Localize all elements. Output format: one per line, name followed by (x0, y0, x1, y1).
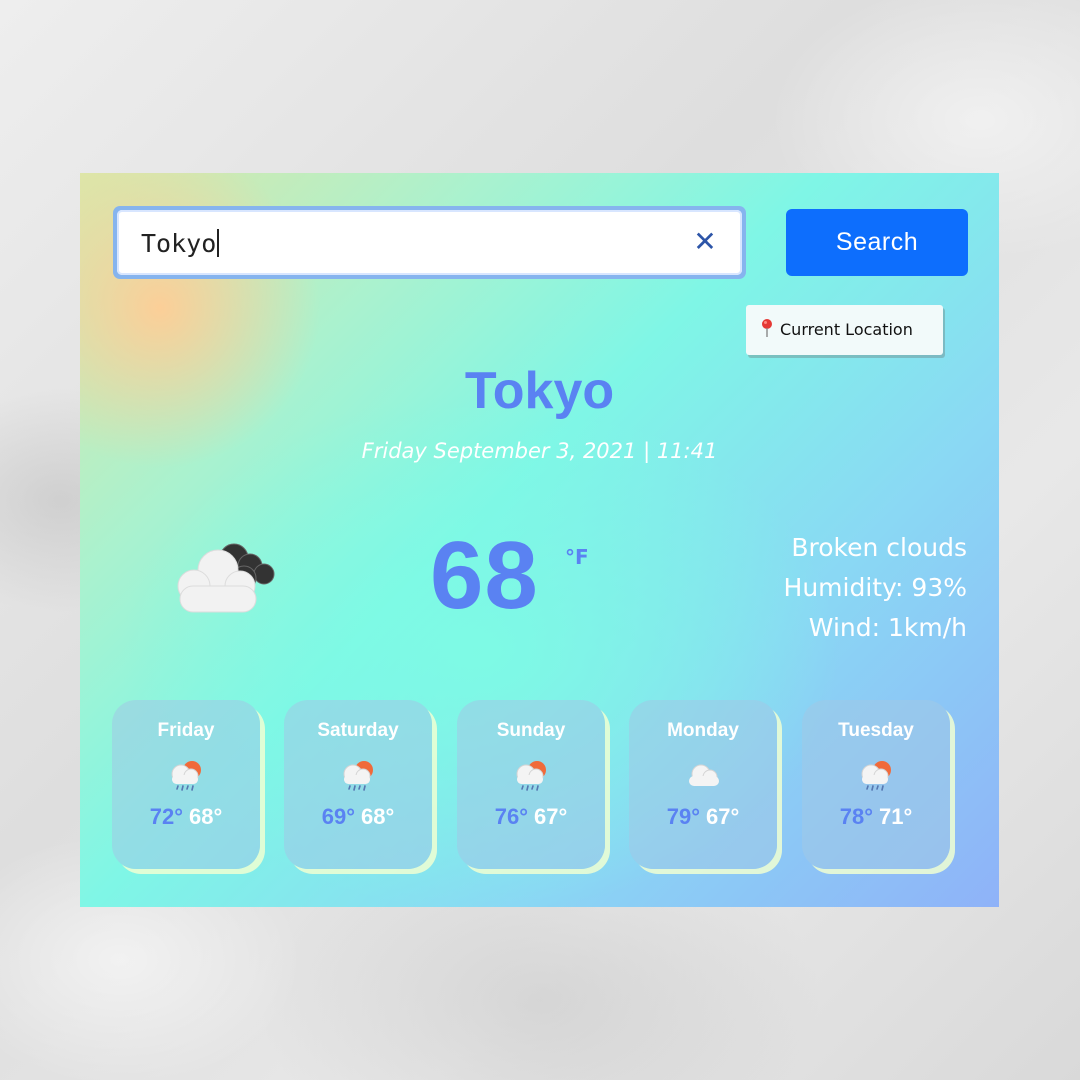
forecast-temps: 72° 68° (112, 804, 260, 830)
forecast-low: 71° (879, 804, 913, 829)
humidity: Humidity: 93% (783, 573, 967, 602)
weather-card: Tokyo ✕ Search Current Location Tokyo Fr… (80, 173, 999, 907)
forecast-high: 78° (839, 804, 873, 829)
rain-sun-icon (861, 761, 891, 791)
forecast-day: Monday (667, 720, 739, 741)
forecast-high: 76° (494, 804, 528, 829)
weather-details: Broken clouds Humidity: 93% Wind: 1km/h (784, 528, 967, 648)
date-time: Friday September 3, 2021 | 11:41 (361, 439, 718, 463)
search-input-value: Tokyo (141, 229, 219, 258)
forecast-day: Sunday (496, 720, 566, 741)
rain-sun-icon (343, 761, 373, 791)
broken-clouds-icon (177, 543, 275, 613)
forecast-high: 72° (149, 804, 183, 829)
forecast-low: 68° (189, 804, 223, 829)
forecast-low: 68° (361, 804, 395, 829)
weather-description: Broken clouds (791, 533, 967, 562)
current-location-label: Current Location (780, 320, 913, 339)
rain-sun-icon (171, 761, 201, 791)
forecast-temps: 76° 67° (457, 804, 605, 830)
current-location-button[interactable]: Current Location (746, 305, 943, 355)
search-button[interactable]: Search (786, 209, 968, 276)
forecast-card: Monday 79° 67° (629, 700, 777, 869)
forecast-low: 67° (706, 804, 740, 829)
forecast-high: 79° (666, 804, 700, 829)
search-input[interactable]: Tokyo ✕ (117, 210, 742, 275)
forecast-day: Saturday (317, 720, 399, 741)
forecast-day: Tuesday (838, 720, 914, 741)
pin-icon (762, 319, 772, 337)
forecast-card: Tuesday 78° 71° (802, 700, 950, 869)
forecast-day: Friday (157, 720, 215, 741)
temperature-unit: °F (565, 545, 589, 569)
wind: Wind: 1km/h (808, 613, 967, 642)
forecast-temps: 79° 67° (629, 804, 777, 830)
close-icon[interactable]: ✕ (692, 228, 718, 256)
rain-sun-icon (516, 761, 546, 791)
forecast-temps: 69° 68° (284, 804, 432, 830)
forecast-high: 69° (321, 804, 355, 829)
forecast-card: Saturday 69° 68° (284, 700, 432, 869)
search-box: Tokyo ✕ (113, 206, 746, 279)
forecast-low: 67° (534, 804, 568, 829)
cloud-icon (689, 764, 719, 786)
city-name: Tokyo (464, 362, 615, 420)
forecast-temps: 78° 71° (802, 804, 950, 830)
forecast-card: Friday 72° 68° (112, 700, 260, 869)
forecast-card: Sunday 76° 67° (457, 700, 605, 869)
current-temperature: 68 (430, 522, 539, 629)
